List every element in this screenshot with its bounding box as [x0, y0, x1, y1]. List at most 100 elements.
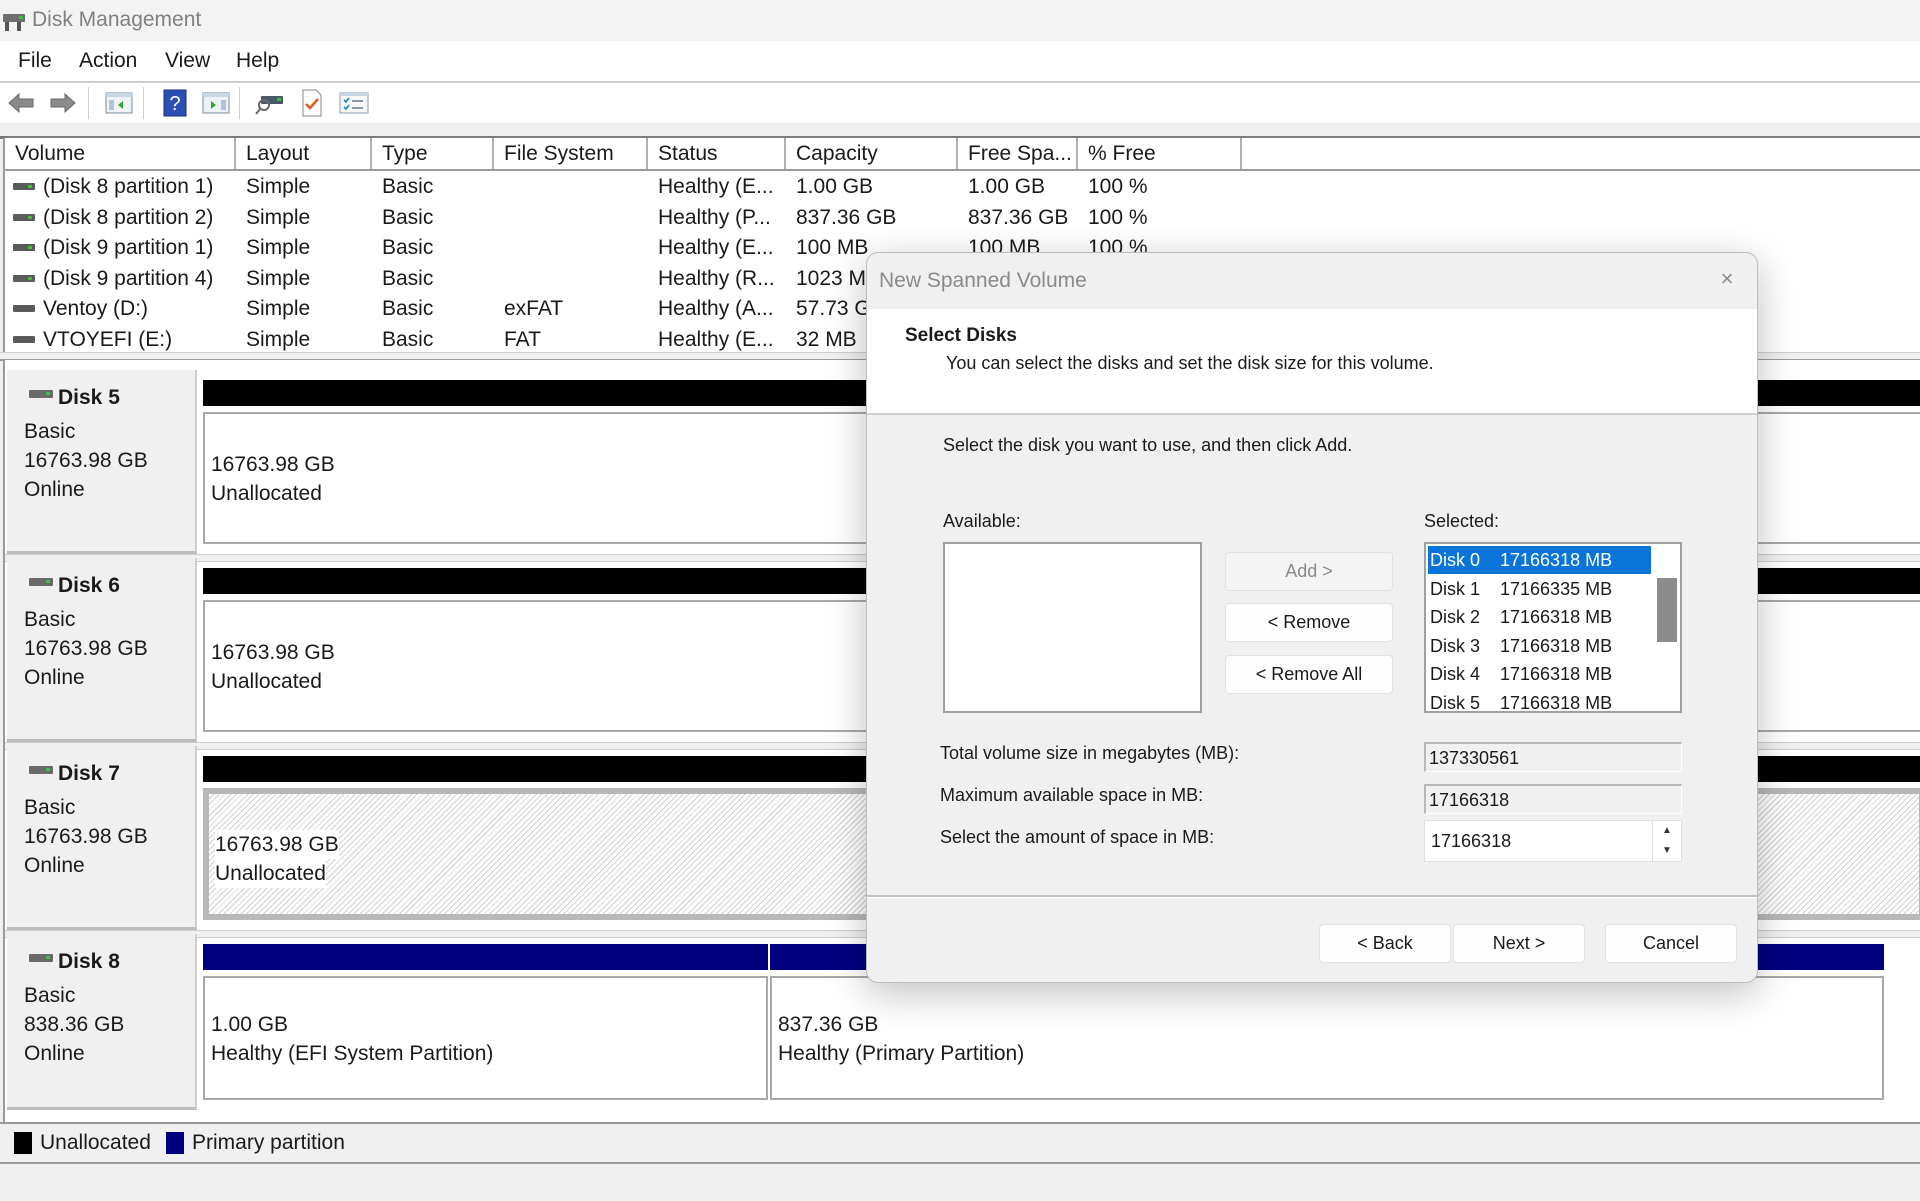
column-header-type[interactable]: Type: [372, 138, 494, 169]
column-header-capacity[interactable]: Capacity: [786, 138, 958, 169]
show-hide-console-tree-icon: [105, 92, 133, 114]
forward-button[interactable]: [48, 89, 78, 117]
cell-layout: Simple: [246, 175, 311, 198]
back-arrow-icon: [8, 92, 34, 114]
disk-drive-icon: [29, 766, 53, 774]
cell-layout: Simple: [246, 236, 311, 260]
partition-status: Unallocated: [215, 859, 326, 888]
cancel-button[interactable]: Cancel: [1605, 924, 1737, 963]
disk-name: Disk 5: [58, 386, 120, 409]
back-button[interactable]: [6, 89, 36, 117]
add-button[interactable]: Add >: [1225, 552, 1393, 591]
disk-info[interactable]: Disk 5 Basic 16763.98 GB Online: [7, 370, 197, 554]
cell-free: 837.36 GB: [968, 205, 1069, 229]
cell-status: Healthy (E...: [658, 236, 774, 260]
volume-row[interactable]: (Disk 8 partition 1) Simple Basic Healthy (…: [5, 172, 1920, 203]
amount-spinbox[interactable]: 17166318 ▲ ▼: [1424, 820, 1682, 862]
disk-name: Disk 8: [58, 950, 120, 973]
disk-type: Basic: [24, 420, 76, 443]
connect-virtual-disk-button[interactable]: [255, 89, 285, 117]
disk-info[interactable]: Disk 7 Basic 16763.98 GB Online: [7, 746, 197, 930]
partition-status: Healthy (EFI System Partition): [211, 1042, 494, 1065]
forward-arrow-icon: [50, 92, 76, 114]
partition-primary[interactable]: 1.00 GB Healthy (EFI System Partition): [203, 976, 768, 1100]
volume-list-header: Volume Layout Type File System Status Ca…: [5, 138, 1920, 171]
column-header-file-system[interactable]: File System: [494, 138, 648, 169]
cell-volume: (Disk 8 partition 1): [43, 175, 214, 198]
cell-volume: Ventoy (D:): [43, 297, 149, 321]
selected-disk-item[interactable]: Disk 3 17166318 MB: [1428, 632, 1651, 660]
spin-down-icon[interactable]: ▼: [1653, 841, 1681, 861]
selected-list-scrollbar[interactable]: [1654, 546, 1678, 709]
disk-type: Basic: [24, 608, 76, 631]
disk-info[interactable]: Disk 6 Basic 16763.98 GB Online: [7, 558, 197, 742]
partition-status: Unallocated: [211, 482, 322, 505]
close-icon[interactable]: ×: [1715, 267, 1739, 291]
cell-capacity: 100 MB: [796, 236, 869, 260]
disk-status: Online: [24, 666, 85, 689]
show-hide-console-tree-button[interactable]: [104, 89, 134, 117]
legend-label-unallocated: Unallocated: [40, 1131, 151, 1154]
disk-info[interactable]: Disk 8 Basic 838.36 GB Online: [7, 934, 197, 1110]
selected-disk-item[interactable]: Disk 4 17166318 MB: [1428, 660, 1651, 688]
disk-type: Basic: [24, 984, 76, 1007]
menu-bar: File Action View Help: [0, 41, 1920, 83]
volume-drive-icon: [13, 213, 35, 221]
spin-up-icon[interactable]: ▲: [1653, 821, 1681, 841]
disk-management-app-icon: [3, 14, 25, 31]
help-button[interactable]: ?: [160, 89, 190, 117]
legend-label-primary: Primary partition: [192, 1131, 345, 1154]
partition-primary[interactable]: 837.36 GB Healthy (Primary Partition): [770, 976, 1884, 1100]
cell-fs: FAT: [504, 328, 541, 351]
next-button[interactable]: Next >: [1453, 924, 1585, 963]
legend-swatch-primary: [166, 1132, 184, 1154]
settings-list-icon: [339, 92, 369, 114]
partition-size: 16763.98 GB: [211, 641, 335, 664]
amount-value[interactable]: 17166318: [1431, 831, 1511, 851]
selected-disk-item[interactable]: Disk 0 17166318 MB: [1428, 546, 1651, 574]
properties-button[interactable]: [297, 89, 327, 117]
selected-disks-list[interactable]: Disk 0 17166318 MB Disk 1 17166335 MB Disk 2…: [1424, 542, 1682, 713]
cell-layout: Simple: [246, 328, 311, 351]
disk-drive-icon: [29, 954, 53, 962]
cell-volume: (Disk 9 partition 4): [43, 266, 214, 290]
legend: Unallocated Primary partition: [0, 1122, 1920, 1164]
max-space-field: 17166318: [1424, 784, 1682, 814]
column-header-layout[interactable]: Layout: [236, 138, 372, 169]
menu-view[interactable]: View: [165, 49, 210, 73]
menu-file[interactable]: File: [18, 49, 52, 73]
disk-size: 17166335 MB: [1500, 578, 1613, 599]
remove-button[interactable]: < Remove: [1225, 603, 1393, 642]
remove-all-button[interactable]: < Remove All: [1225, 655, 1393, 694]
column-header-volume[interactable]: Volume: [5, 138, 236, 169]
partition-size: 837.36 GB: [778, 1013, 879, 1036]
cell-type: Basic: [382, 175, 434, 198]
help-icon: ?: [163, 89, 187, 117]
selected-label: Selected:: [1424, 511, 1500, 531]
show-hide-action-pane-button[interactable]: [201, 89, 231, 117]
column-header-percent-free[interactable]: % Free: [1078, 138, 1242, 169]
cell-capacity: 1023 M: [796, 266, 867, 290]
dialog-heading: Select Disks: [905, 325, 1017, 346]
menu-help[interactable]: Help: [236, 49, 279, 73]
dialog-subheading: You can select the disks and set the dis…: [946, 353, 1434, 373]
disk-name: Disk 0: [1430, 550, 1481, 570]
scrollbar-thumb[interactable]: [1657, 578, 1677, 642]
cell-type: Basic: [382, 328, 434, 351]
selected-disk-item[interactable]: Disk 1 17166335 MB: [1428, 575, 1651, 603]
column-header-status[interactable]: Status: [648, 138, 786, 169]
settings-list-button[interactable]: [339, 89, 369, 117]
cell-status: Healthy (E...: [658, 175, 774, 198]
partition-status: Healthy (Primary Partition): [778, 1042, 1025, 1065]
selected-disk-item[interactable]: Disk 5 17166318 MB: [1428, 689, 1651, 717]
selected-disk-item[interactable]: Disk 2 17166318 MB: [1428, 603, 1651, 631]
back-button[interactable]: < Back: [1319, 924, 1451, 963]
column-header-free-space[interactable]: Free Spa...: [958, 138, 1078, 169]
menu-action[interactable]: Action: [79, 49, 137, 73]
partition-size: 16763.98 GB: [215, 830, 339, 859]
footer-divider: [867, 895, 1757, 898]
volume-row[interactable]: (Disk 8 partition 2) Simple Basic Healthy (…: [5, 203, 1920, 234]
available-disks-list[interactable]: [943, 542, 1202, 713]
cell-free: 1.00 GB: [968, 175, 1046, 198]
cell-type: Basic: [382, 266, 434, 290]
